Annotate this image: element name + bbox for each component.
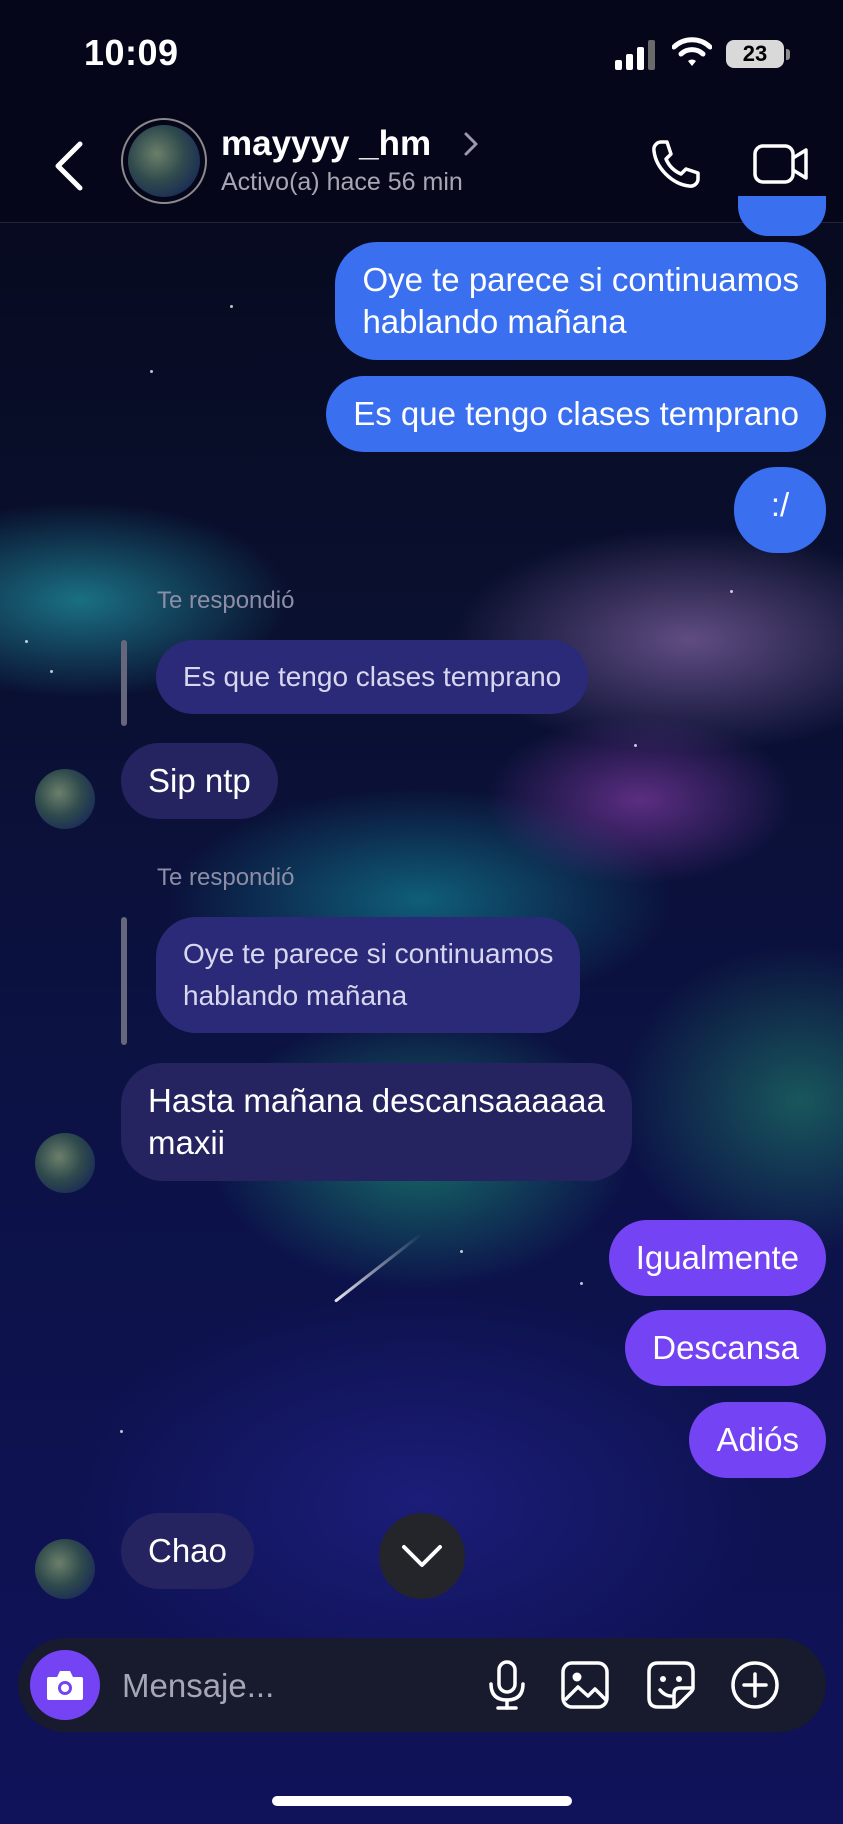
sender-avatar[interactable] (35, 1539, 95, 1599)
sent-message-bubble[interactable]: Descansa (625, 1310, 826, 1386)
video-icon[interactable] (752, 136, 810, 192)
reply-label: Te respondió (157, 587, 295, 614)
chevron-down-icon (402, 1545, 442, 1567)
battery-tip (786, 49, 790, 60)
star (634, 744, 637, 747)
image-icon[interactable] (558, 1658, 612, 1712)
microphone-icon[interactable] (480, 1658, 534, 1712)
camera-icon (47, 1671, 83, 1700)
plus-icon[interactable] (728, 1658, 782, 1712)
reply-indicator-bar (121, 640, 127, 726)
star (230, 305, 233, 308)
sent-message-bubble[interactable]: Igualmente (608, 1220, 826, 1296)
avatar-image (128, 125, 200, 197)
clock: 10:09 (84, 32, 179, 73)
chevron-right-icon[interactable] (462, 130, 480, 158)
contact-username[interactable]: mayyyy _hm (221, 124, 431, 164)
sent-message-bubble[interactable]: Es que tengo clases temprano (326, 376, 826, 452)
shooting-star (334, 1232, 423, 1303)
sent-message-bubble[interactable]: :/ (734, 467, 826, 553)
sent-message-bubble[interactable]: Adiós (689, 1402, 826, 1478)
received-message-bubble[interactable]: Sip ntp (121, 743, 278, 819)
received-message-bubble[interactable]: Chao (121, 1513, 254, 1589)
wifi-icon (672, 37, 712, 66)
cellular-signal-icon (615, 40, 655, 70)
star (580, 1282, 583, 1285)
star (25, 640, 28, 643)
sender-avatar[interactable] (35, 1133, 95, 1193)
chat-header: mayyyy _hm Activo(a) hace 56 min (0, 110, 843, 223)
reply-label: Te respondió (157, 864, 295, 891)
message-input[interactable] (120, 1660, 464, 1712)
activity-status: Activo(a) hace 56 min (221, 168, 463, 196)
quoted-message[interactable]: Oye te parece si continuamos hablando ma… (156, 917, 581, 1033)
reply-indicator-bar (121, 917, 127, 1045)
sent-message-bubble[interactable]: Oye te parece si continuamos hablando ma… (335, 242, 826, 360)
star (50, 670, 53, 673)
status-bar: 10:09 23 (0, 0, 843, 110)
star (120, 1430, 123, 1433)
battery-indicator: 23 (726, 40, 784, 68)
phone-icon[interactable] (648, 136, 704, 192)
received-message-bubble[interactable]: Hasta mañana descansaaaaaa maxii (121, 1063, 632, 1181)
message-composer (18, 1638, 826, 1732)
scroll-to-bottom-button[interactable] (379, 1513, 465, 1599)
home-indicator[interactable] (272, 1796, 572, 1806)
star (460, 1250, 463, 1253)
camera-button[interactable] (30, 1650, 100, 1720)
sticker-icon[interactable] (644, 1658, 698, 1712)
previous-message-bubble (738, 196, 826, 236)
star (730, 590, 733, 593)
star (150, 370, 153, 373)
back-icon[interactable] (50, 140, 90, 192)
sender-avatar[interactable] (35, 769, 95, 829)
profile-avatar[interactable] (121, 118, 207, 204)
quoted-message[interactable]: Es que tengo clases temprano (156, 640, 589, 714)
